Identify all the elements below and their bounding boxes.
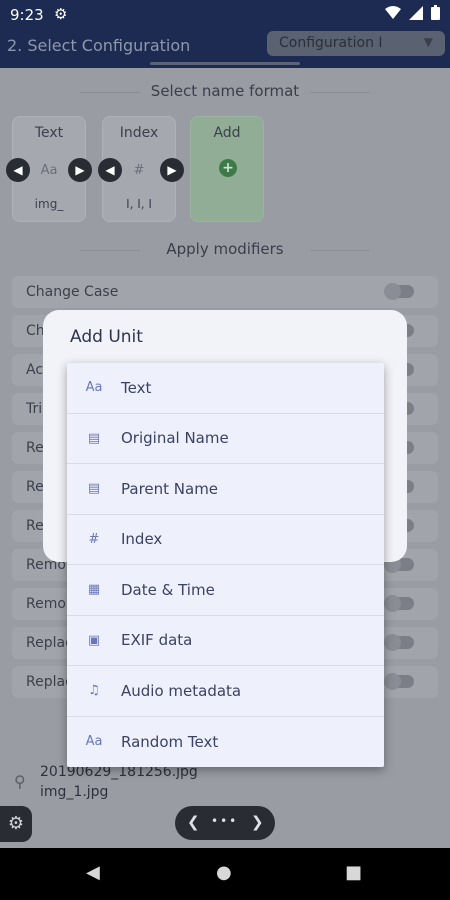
modifier-label: Re bbox=[26, 440, 44, 456]
status-bar: 9:23 ⚙ bbox=[0, 0, 450, 30]
file-icon: ▤ bbox=[87, 430, 101, 446]
text-format-icon: Aa bbox=[85, 380, 103, 396]
modifier-label: Change Case bbox=[26, 284, 119, 300]
modifier-label: Replac bbox=[26, 635, 73, 651]
unit-type-menu: Aa Text ▤ Original Name ▤ Parent Name # … bbox=[67, 363, 384, 767]
page-navigator[interactable]: ❮ ••• ❯ bbox=[175, 806, 275, 840]
calendar-icon: ▦ bbox=[87, 582, 101, 598]
status-icons bbox=[385, 5, 440, 20]
modifier-toggle[interactable] bbox=[384, 673, 414, 690]
modifier-label: Tri bbox=[26, 401, 43, 417]
modifier-label: Re bbox=[26, 518, 44, 534]
chevron-left-icon[interactable]: ◀ bbox=[6, 158, 30, 182]
settings-button[interactable]: ⚙ bbox=[0, 806, 32, 842]
menu-item-label: Date & Time bbox=[121, 580, 215, 599]
hash-icon: # bbox=[88, 531, 100, 547]
configuration-value: Configuration I bbox=[279, 35, 383, 51]
recents-icon[interactable]: ■ bbox=[345, 862, 362, 883]
music-note-icon: ♫ bbox=[88, 683, 100, 699]
wifi-icon bbox=[385, 5, 401, 19]
file-preview-list: 20190629_181256.jpg img_1.jpg bbox=[40, 762, 198, 802]
name-format-heading: Select name format bbox=[0, 82, 450, 100]
menu-item-label: Random Text bbox=[121, 732, 219, 751]
modifier-row[interactable]: Change Case bbox=[12, 276, 438, 308]
card-label: Index bbox=[119, 125, 159, 141]
menu-item-parent-name[interactable]: ▤ Parent Name bbox=[67, 464, 384, 515]
battery-icon bbox=[431, 5, 440, 20]
menu-item-audio-metadata[interactable]: ♫ Audio metadata bbox=[67, 666, 384, 717]
modifier-toggle[interactable] bbox=[384, 283, 414, 300]
chevron-right-icon[interactable]: ▶ bbox=[160, 158, 184, 182]
modifier-label: Replac bbox=[26, 674, 73, 690]
dialog-title: Add Unit bbox=[70, 327, 143, 347]
menu-item-label: EXIF data bbox=[121, 631, 193, 650]
card-label: Text bbox=[34, 125, 64, 141]
plus-icon: + bbox=[219, 159, 237, 177]
menu-item-random-text[interactable]: Aa Random Text bbox=[67, 717, 384, 768]
chevron-down-icon: ▼ bbox=[423, 35, 433, 49]
modifier-label: Ch bbox=[26, 323, 45, 339]
status-time: 9:23 bbox=[10, 6, 44, 24]
chevron-left-icon[interactable]: ❮ bbox=[187, 813, 200, 831]
menu-item-label: Index bbox=[121, 530, 163, 549]
card-value: img_ bbox=[34, 197, 64, 211]
menu-item-exif-data[interactable]: ▣ EXIF data bbox=[67, 616, 384, 666]
text-format-icon: Aa bbox=[85, 734, 103, 750]
gear-icon: ⚙ bbox=[7, 813, 25, 834]
chevron-left-icon[interactable]: ◀ bbox=[98, 158, 122, 182]
file-icon: ▤ bbox=[87, 481, 101, 497]
menu-item-label: Parent Name bbox=[121, 479, 219, 498]
modifier-toggle[interactable] bbox=[384, 595, 414, 612]
menu-item-index[interactable]: # Index bbox=[67, 515, 384, 565]
menu-item-original-name[interactable]: ▤ Original Name bbox=[67, 414, 384, 464]
page-dots-icon: ••• bbox=[211, 814, 239, 828]
modifier-label: Ac bbox=[26, 362, 44, 378]
modifier-label: Re bbox=[26, 479, 44, 495]
home-icon[interactable]: ● bbox=[216, 862, 232, 883]
search-icon: ⚲ bbox=[14, 772, 26, 791]
menu-item-text[interactable]: Aa Text bbox=[67, 363, 384, 414]
menu-item-label: Text bbox=[121, 378, 152, 397]
configuration-dropdown[interactable]: Configuration I ▼ bbox=[267, 31, 445, 56]
card-value: I, I, I bbox=[126, 197, 152, 211]
modifier-label: Remo bbox=[26, 596, 66, 612]
menu-item-date-time[interactable]: ▦ Date & Time bbox=[67, 565, 384, 616]
chevron-right-icon[interactable]: ▶ bbox=[68, 158, 92, 182]
chevron-right-icon[interactable]: ❯ bbox=[251, 813, 264, 831]
back-icon[interactable]: ◀ bbox=[86, 862, 100, 883]
system-nav-bar: ◀ ● ■ bbox=[0, 848, 450, 900]
menu-item-label: Audio metadata bbox=[121, 681, 242, 700]
modifiers-heading: Apply modifiers bbox=[0, 240, 450, 258]
file-name: img_1.jpg bbox=[40, 784, 109, 800]
page-title: 2. Select Configuration bbox=[7, 36, 191, 55]
gear-icon: ⚙ bbox=[54, 5, 68, 23]
card-label: Add bbox=[213, 125, 241, 141]
tab-indicator bbox=[150, 62, 300, 65]
image-icon: ▣ bbox=[87, 632, 101, 648]
modifier-toggle[interactable] bbox=[384, 634, 414, 651]
menu-item-label: Original Name bbox=[121, 429, 229, 448]
add-unit-card[interactable]: Add + bbox=[190, 116, 264, 222]
signal-icon bbox=[409, 5, 423, 20]
